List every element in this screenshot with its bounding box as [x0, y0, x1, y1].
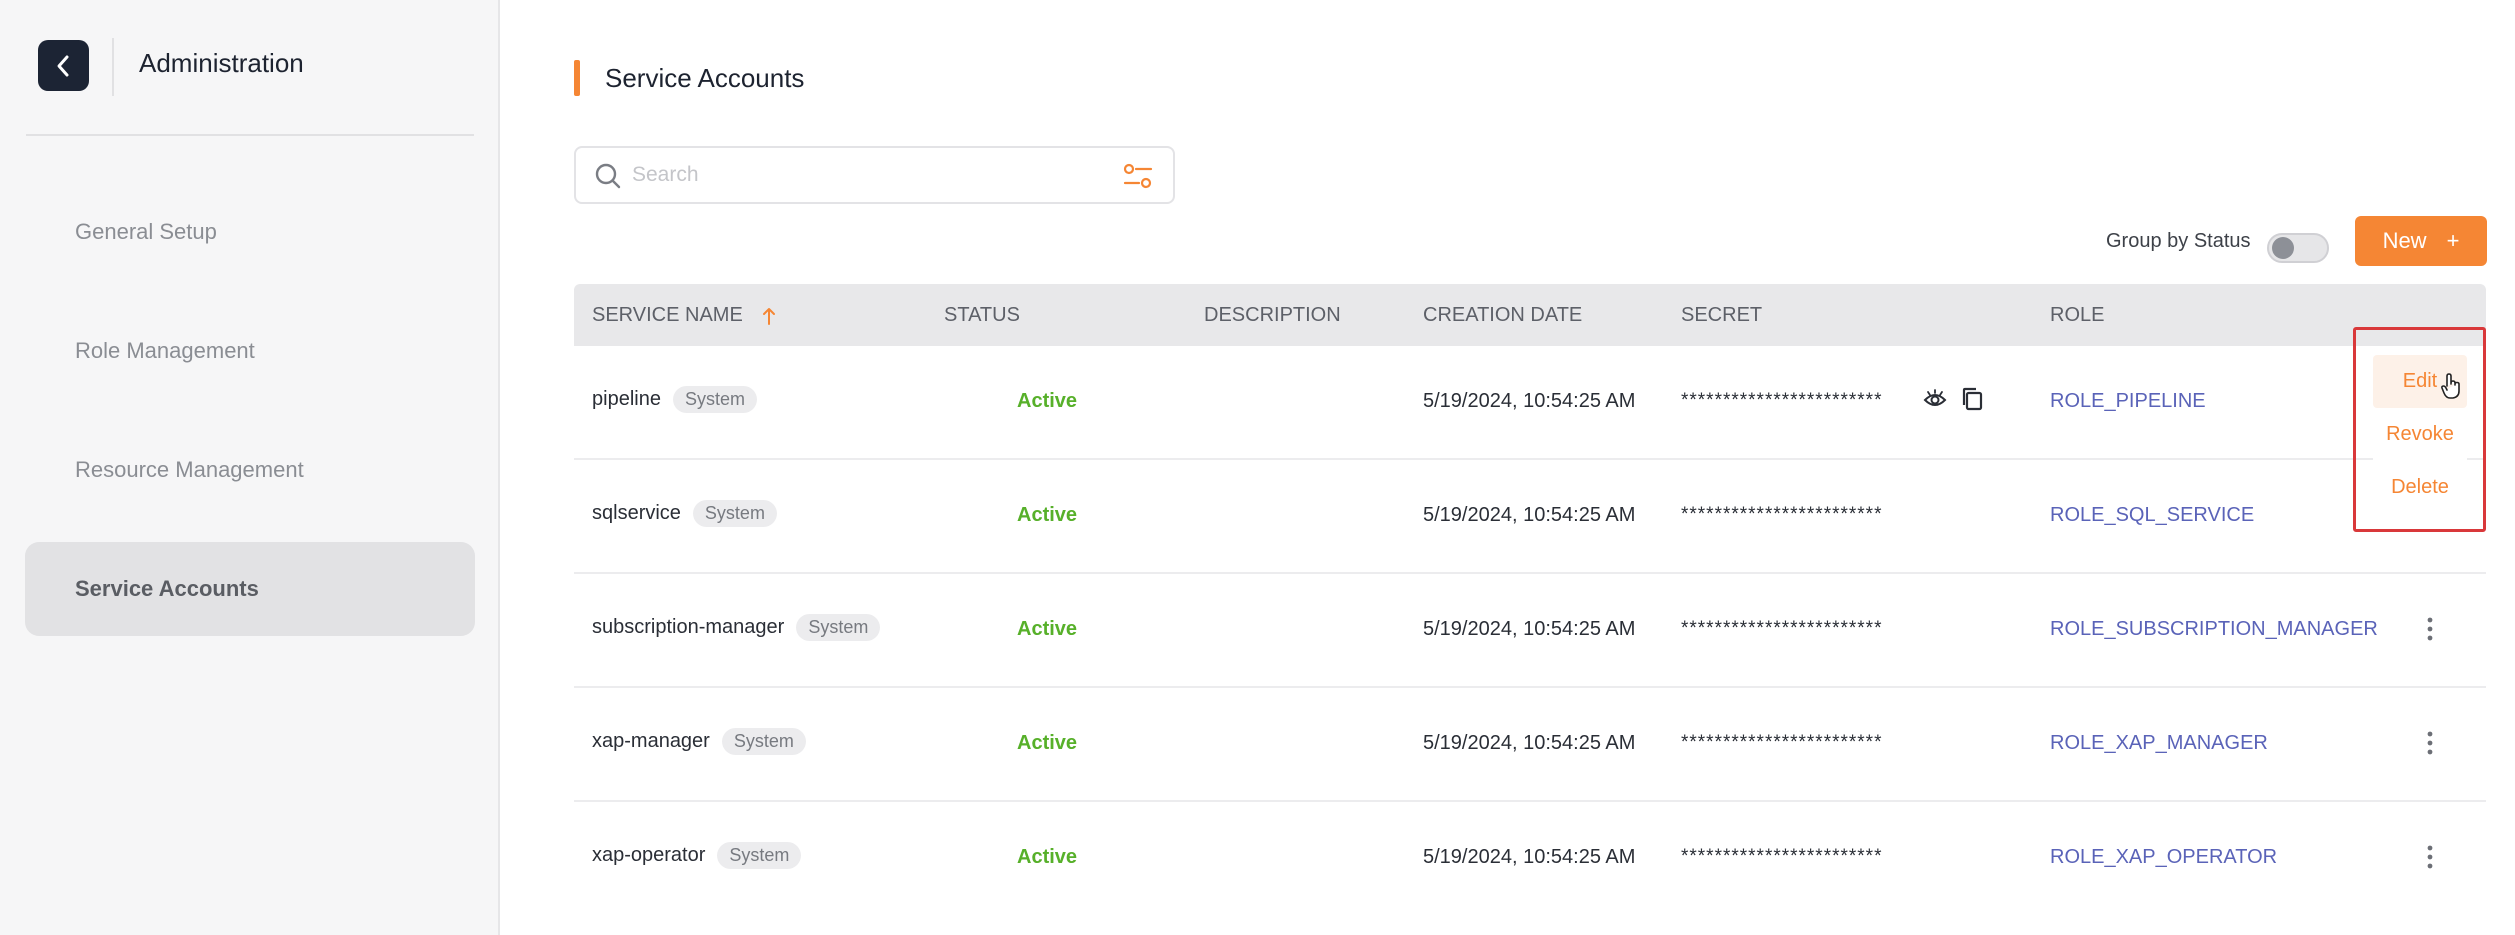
- column-header-description[interactable]: DESCRIPTION: [1204, 304, 1341, 327]
- table-row[interactable]: xap-manager System Active 5/19/2024, 10:…: [574, 688, 2486, 802]
- secret-masked: ************************: [1681, 846, 1883, 867]
- status-badge: Active: [1017, 504, 1078, 526]
- column-header-service-name[interactable]: SERVICE NAME: [592, 304, 776, 327]
- system-tag: System: [721, 728, 806, 755]
- system-tag: System: [692, 500, 777, 527]
- sidebar-item-label: Resource Management: [75, 457, 304, 482]
- system-tag: System: [672, 386, 757, 413]
- group-by-status-label: Group by Status: [2106, 230, 2251, 252]
- service-name-cell: xap-manager System: [592, 728, 806, 755]
- menu-item-revoke[interactable]: Revoke: [2373, 408, 2467, 461]
- kebab-icon[interactable]: [2426, 844, 2434, 870]
- status-badge: Active: [1017, 618, 1078, 640]
- page-title: Service Accounts: [605, 63, 805, 93]
- sidebar-item-service-accounts[interactable]: Service Accounts: [25, 542, 475, 636]
- chevron-left-icon: [57, 55, 68, 76]
- table-row[interactable]: sqlservice System Active 5/19/2024, 10:5…: [574, 460, 2486, 574]
- toggle-knob: [2272, 237, 2294, 259]
- creation-date: 5/19/2024, 10:54:25 AM: [1423, 732, 1636, 754]
- role-link[interactable]: ROLE_SQL_SERVICE: [2050, 504, 2254, 527]
- sidebar-divider: [26, 134, 474, 136]
- sidebar-title: Administration: [139, 48, 304, 78]
- table-row[interactable]: xap-operator System Active 5/19/2024, 10…: [574, 802, 2486, 916]
- service-name: sqlservice: [592, 502, 681, 524]
- column-header-secret[interactable]: SECRET: [1681, 304, 1762, 327]
- role-link[interactable]: ROLE_XAP_MANAGER: [2050, 732, 2268, 755]
- search-icon: [595, 163, 621, 189]
- back-button[interactable]: [38, 40, 89, 91]
- system-tag: System: [796, 614, 881, 641]
- search-box: [574, 146, 1175, 204]
- secret-masked: ************************: [1681, 390, 1883, 411]
- role-link[interactable]: ROLE_PIPELINE: [2050, 390, 2206, 413]
- arrow-up-icon: [763, 307, 776, 325]
- search-input[interactable]: [632, 158, 1092, 192]
- secret-masked: ************************: [1681, 618, 1883, 639]
- column-header-creation-date[interactable]: CREATION DATE: [1423, 304, 1582, 327]
- table-header: SERVICE NAME STATUS DESCRIPTION CREATION…: [574, 284, 2486, 346]
- new-button-label: New: [2382, 228, 2427, 253]
- service-name: xap-manager: [592, 730, 710, 752]
- sidebar-item-label: General Setup: [75, 219, 217, 244]
- kebab-icon[interactable]: [2426, 730, 2434, 756]
- sidebar-item-label: Role Management: [75, 338, 255, 363]
- hand-pointer-icon: [2441, 373, 2460, 399]
- new-button[interactable]: New +: [2355, 216, 2487, 266]
- status-badge: Active: [1017, 846, 1078, 868]
- service-name-cell: sqlservice System: [592, 500, 777, 527]
- service-name: pipeline: [592, 388, 661, 410]
- service-name: xap-operator: [592, 844, 706, 866]
- system-tag: System: [717, 842, 802, 869]
- creation-date: 5/19/2024, 10:54:25 AM: [1423, 504, 1636, 526]
- creation-date: 5/19/2024, 10:54:25 AM: [1423, 618, 1636, 640]
- creation-date: 5/19/2024, 10:54:25 AM: [1423, 846, 1636, 868]
- table-row[interactable]: subscription-manager System Active 5/19/…: [574, 574, 2486, 688]
- filter-settings-icon[interactable]: [1123, 162, 1153, 190]
- eye-icon[interactable]: [1922, 386, 1948, 412]
- role-link[interactable]: ROLE_SUBSCRIPTION_MANAGER: [2050, 618, 2378, 641]
- status-badge: Active: [1017, 732, 1078, 754]
- service-name-cell: pipeline System: [592, 386, 757, 413]
- service-name: subscription-manager: [592, 616, 785, 638]
- sidebar-item-role-management[interactable]: Role Management: [25, 304, 475, 398]
- column-header-status[interactable]: STATUS: [944, 304, 1020, 327]
- role-link[interactable]: ROLE_XAP_OPERATOR: [2050, 846, 2277, 869]
- service-name-cell: subscription-manager System: [592, 614, 881, 641]
- secret-masked: ************************: [1681, 504, 1883, 525]
- sidebar-item-resource-management[interactable]: Resource Management: [25, 423, 475, 517]
- menu-item-delete[interactable]: Delete: [2373, 461, 2467, 514]
- secret-masked: ************************: [1681, 732, 1883, 753]
- service-name-cell: xap-operator System: [592, 842, 802, 869]
- group-by-status-toggle[interactable]: [2267, 233, 2329, 263]
- column-header-role[interactable]: ROLE: [2050, 304, 2104, 327]
- status-badge: Active: [1017, 390, 1078, 412]
- page-title-accent: [574, 60, 580, 96]
- sidebar: Administration General Setup Role Manage…: [0, 0, 500, 935]
- kebab-icon[interactable]: [2426, 616, 2434, 642]
- sidebar-item-general-setup[interactable]: General Setup: [25, 185, 475, 279]
- creation-date: 5/19/2024, 10:54:25 AM: [1423, 390, 1636, 412]
- table-row[interactable]: pipeline System Active 5/19/2024, 10:54:…: [574, 346, 2486, 460]
- copy-icon[interactable]: [1961, 386, 1985, 412]
- plus-icon: +: [2446, 228, 2460, 253]
- service-accounts-table: SERVICE NAME STATUS DESCRIPTION CREATION…: [574, 284, 2486, 916]
- sidebar-item-label: Service Accounts: [75, 576, 259, 601]
- sidebar-divider: [112, 38, 114, 96]
